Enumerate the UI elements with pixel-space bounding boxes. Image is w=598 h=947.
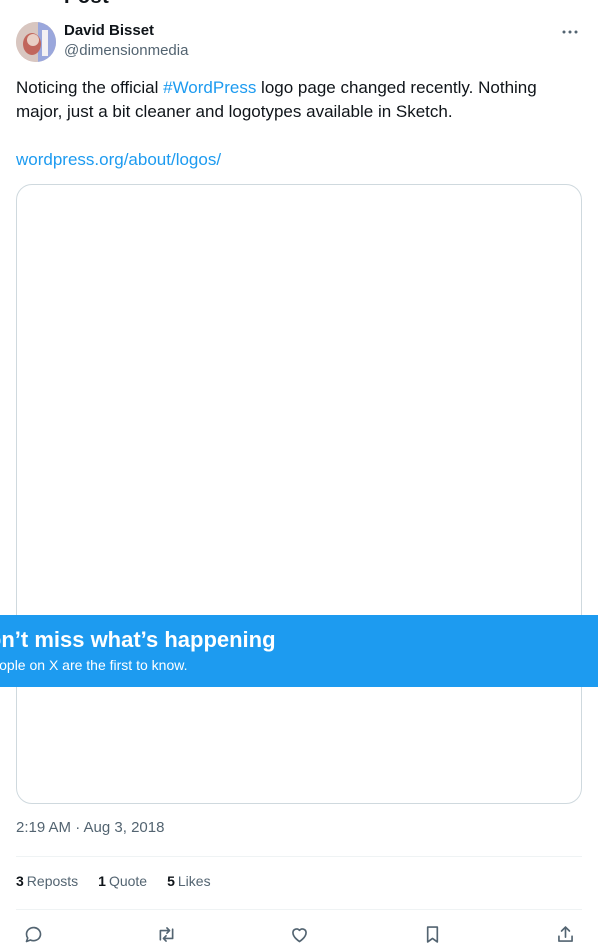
author-name[interactable]: David Bisset: [64, 22, 154, 39]
repost-button[interactable]: [155, 923, 177, 945]
more-button[interactable]: [558, 22, 582, 42]
tweet-text-before: Noticing the official: [16, 78, 164, 97]
reply-icon: [25, 926, 41, 942]
avatar[interactable]: [16, 22, 56, 62]
author-row: David Bisset @dimensionmedia: [16, 22, 582, 64]
likes-stat[interactable]: 5 Likes: [167, 873, 210, 893]
link-preview-card[interactable]: [16, 184, 582, 804]
action-bar: [16, 922, 582, 946]
signup-banner[interactable]: Don’t miss what’s happening People on X …: [0, 615, 598, 687]
share-button[interactable]: [554, 923, 576, 945]
reposts-count: 3: [16, 873, 24, 889]
avatar-photo-icon: [16, 22, 56, 62]
more-icon: [562, 30, 578, 34]
repost-icon: [159, 926, 173, 942]
post-stats: 3 Reposts 1 Quote 5 Likes: [16, 873, 211, 893]
hashtag-link[interactable]: #WordPress: [163, 78, 256, 97]
page-title: Post: [64, 0, 109, 9]
banner-subtitle: People on X are the first to know.: [0, 657, 188, 673]
divider: [16, 909, 582, 910]
divider: [16, 856, 582, 857]
share-icon: [557, 925, 573, 942]
post-timestamp[interactable]: 2:19 AM · Aug 3, 2018: [16, 819, 164, 836]
likes-count: 5: [167, 873, 175, 889]
bookmark-button[interactable]: [421, 923, 443, 945]
quotes-stat[interactable]: 1 Quote: [98, 873, 147, 893]
tweet-url-link[interactable]: wordpress.org/about/logos/: [16, 148, 221, 172]
banner-title: Don’t miss what’s happening: [0, 627, 276, 652]
like-button[interactable]: [288, 923, 310, 945]
quotes-count: 1: [98, 873, 106, 889]
author-handle[interactable]: @dimensionmedia: [64, 42, 188, 59]
reposts-stat[interactable]: 3 Reposts: [16, 873, 78, 893]
tweet-text: Noticing the official #WordPress logo pa…: [16, 76, 582, 124]
reposts-label: Reposts: [26, 873, 79, 889]
like-icon: [291, 927, 307, 942]
reply-button[interactable]: [22, 923, 44, 945]
quotes-label: Quote: [108, 873, 148, 889]
post-page: Post David Bisset @dimensionmedia Notici…: [0, 0, 598, 947]
bookmark-icon: [426, 925, 438, 943]
likes-label: Likes: [177, 873, 211, 889]
